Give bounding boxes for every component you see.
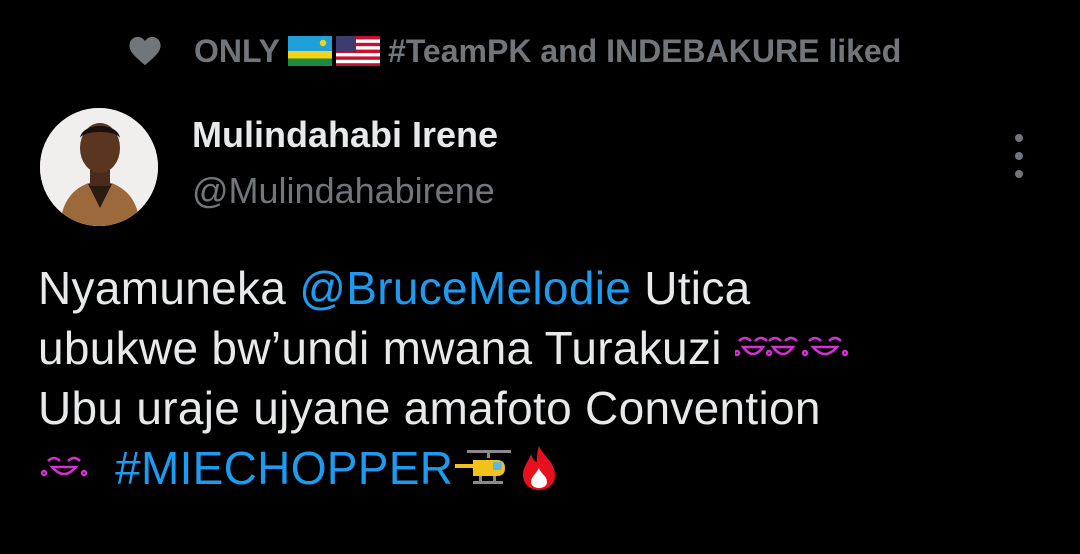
mention-link[interactable]: @BruceMelodie <box>299 258 631 318</box>
laughing-face-icon <box>734 336 798 357</box>
fire-icon <box>523 446 556 490</box>
tweet-text-segment: Utica <box>644 262 751 314</box>
us-flag-icon <box>335 36 380 66</box>
author-name[interactable]: Mulindahabi Irene <box>192 114 498 156</box>
social-context-prefix: ONLY <box>194 32 280 69</box>
laughing-face-icon <box>801 336 849 357</box>
social-context-suffix: #TeamPK and INDEBAKURE liked <box>387 32 902 69</box>
tweet-text: Nyamuneka @BruceMelodie Utica ubukwe bw’… <box>38 258 1048 498</box>
tweet-text-segment: ubukwe bw’undi mwana Turakuzi <box>38 322 722 374</box>
hashtag-link[interactable]: #MIECHOPPER <box>115 438 453 498</box>
heart-icon <box>129 36 161 66</box>
avatar-photo <box>40 108 158 226</box>
tweet-line-2: ubukwe bw’undi mwana Turakuzi <box>38 318 1048 378</box>
author-handle[interactable]: @Mulindahabirene <box>192 170 495 212</box>
tweet-text-segment: Nyamuneka <box>38 262 287 314</box>
laughing-face-icon <box>40 456 88 477</box>
tweet-line-4: #MIECHOPPER <box>38 438 1048 498</box>
helicopter-icon <box>455 450 512 484</box>
tweet-line-3: Ubu uraje ujyane amafoto Convention <box>38 378 1048 438</box>
tweet-text-segment: Ubu uraje ujyane amafoto Convention <box>38 382 821 434</box>
tweet-line-1: Nyamuneka @BruceMelodie Utica <box>38 258 1048 318</box>
more-options-icon[interactable] <box>1004 134 1034 178</box>
rwanda-flag-icon <box>287 36 332 66</box>
social-context[interactable]: ONLY #TeamPK and INDEBAKURE liked <box>128 28 901 74</box>
avatar[interactable] <box>40 108 158 226</box>
